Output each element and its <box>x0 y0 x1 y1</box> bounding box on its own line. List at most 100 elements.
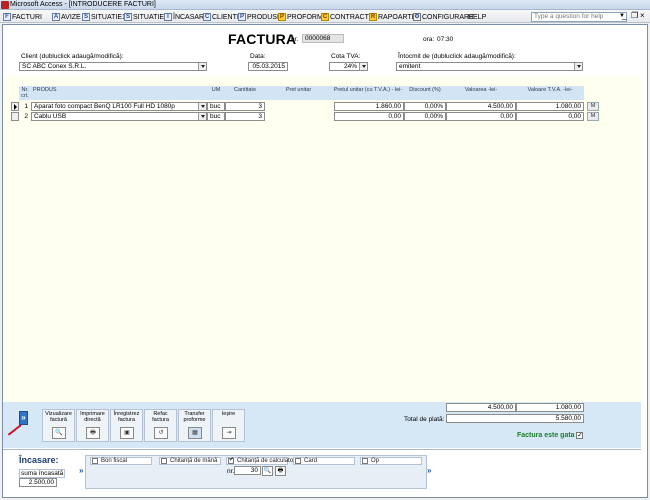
total-valoarea: 4.500,00 <box>446 403 516 412</box>
cota-tva-select[interactable]: 24% <box>329 62 368 71</box>
minimize-icon[interactable]: _ <box>622 12 626 20</box>
chitanta-nr-field[interactable]: 30 <box>234 466 261 475</box>
total-tva: 1.080,00 <box>516 403 584 412</box>
valoare-tva-field: 1.080,00 <box>516 102 584 111</box>
menu-avize[interactable]: A AVIZE <box>52 12 81 22</box>
chevron-down-icon[interactable] <box>198 113 206 120</box>
factura-gata-label: Factura este gata <box>517 432 575 439</box>
vizualizare-button[interactable]: Vizualizare factură 🔍 <box>42 409 75 442</box>
chevron-down-icon[interactable] <box>359 63 367 70</box>
menu-situatie1[interactable]: S SITUATIE1 <box>82 12 126 22</box>
ora-label: ora: <box>423 36 435 43</box>
chitanta-mana-checkbox[interactable] <box>161 458 167 464</box>
preview-icon: 🔍 <box>52 427 66 439</box>
situatie1-icon: S <box>82 13 90 21</box>
pret-tva-field[interactable]: 1.860,00 <box>334 102 404 111</box>
chevron-right-icon[interactable]: » <box>79 466 83 475</box>
client-select[interactable]: SC ABC Conex S.R.L. <box>19 62 207 71</box>
clienti-icon: C <box>203 13 211 21</box>
col-header-nr: Nr. crt. <box>19 86 31 100</box>
menu-situatie2[interactable]: S SITUATIE2 <box>124 12 168 22</box>
card-checkbox[interactable] <box>295 458 301 464</box>
situatie2-icon: S <box>124 13 132 21</box>
row-action-button[interactable]: M <box>587 102 599 111</box>
iesire-button[interactable]: Ieșire ⇥ <box>212 409 245 442</box>
menu-facturi[interactable]: F FACTURI <box>3 12 42 22</box>
avize-icon: A <box>52 13 60 21</box>
cantitate-field[interactable]: 3 <box>225 112 265 121</box>
card-option[interactable]: Card <box>293 457 355 465</box>
gear-icon: ⚙ <box>413 13 421 21</box>
window-title: Microsoft Access - [INTRODUCERE FACTURI] <box>10 1 156 8</box>
calculator-icon: ▦ <box>188 427 202 439</box>
total-label: Total de plată: <box>404 416 445 423</box>
intocmit-select[interactable]: emitent <box>396 62 583 71</box>
incasari-icon: I <box>164 13 172 21</box>
op-checkbox[interactable] <box>362 458 368 464</box>
inregistrez-button[interactable]: Înregistrez factura ▣ <box>110 409 143 442</box>
data-label: Data: <box>250 53 266 60</box>
menu-rapoarte[interactable]: R RAPOARTE <box>369 12 416 22</box>
col-header-pret: Pret unitar <box>265 86 332 100</box>
restore-icon[interactable]: ❐ <box>631 12 638 20</box>
nr-label: nr. <box>291 36 299 43</box>
product-select[interactable]: Aparat foto compact BenQ LR100 Full HD 1… <box>31 102 207 111</box>
col-header-pret-tva: Pretul unitar (cu T.V.A.) - lei- <box>332 86 404 100</box>
row-action-button[interactable]: M <box>587 112 599 121</box>
invoice-number-field[interactable]: 0000068 <box>302 34 344 43</box>
chevron-right-icon[interactable]: » <box>427 466 431 475</box>
col-header-discount: Discount (%) <box>404 86 446 100</box>
close-icon[interactable]: × <box>640 12 645 20</box>
page-title: FACTURA <box>228 31 297 47</box>
total-de-plata: 5.580,00 <box>446 414 584 423</box>
discount-field[interactable]: 0,00% <box>404 112 446 121</box>
proforme-icon: P <box>278 13 286 21</box>
chevron-down-icon[interactable] <box>198 103 206 110</box>
menu-help[interactable]: HELP <box>468 12 486 22</box>
chitanta-mana-option[interactable]: Chitanță de mână <box>159 457 221 465</box>
suma-incasata-field[interactable]: 2.500,00 <box>19 478 57 487</box>
cantitate-field[interactable]: 3 <box>225 102 265 111</box>
col-header-valoarea: Valoarea -lei- <box>446 86 516 100</box>
refac-button[interactable]: Refac factura ↺ <box>144 409 177 442</box>
save-icon: ▣ <box>120 427 134 439</box>
printer-icon: 🖶 <box>86 427 100 439</box>
product-select[interactable]: Cablu USB <box>31 112 207 121</box>
factura-gata-checkbox[interactable] <box>576 431 583 439</box>
chevron-down-icon[interactable] <box>574 63 582 70</box>
um-field[interactable]: buc <box>207 102 225 111</box>
transfer-button[interactable]: Transfer proforme ▦ <box>178 409 211 442</box>
imprimare-button[interactable]: Imprimare directă 🖶 <box>76 409 109 442</box>
help-search-input[interactable]: Type a question for help <box>531 12 627 22</box>
ora-value: 07:30 <box>437 36 454 43</box>
chitanta-calculator-checkbox[interactable] <box>228 457 234 464</box>
chitanta-calculator-option[interactable]: Chitanță de calculator <box>226 457 295 465</box>
menu-configurare[interactable]: ⚙ CONFIGURARE <box>413 12 474 22</box>
expand-nav-button[interactable]: » <box>19 411 28 425</box>
produse-icon: P <box>238 13 246 21</box>
row-selector[interactable] <box>11 102 19 111</box>
menu-contracte[interactable]: C CONTRACTE <box>321 12 374 22</box>
valoare-tva-field: 0,00 <box>516 112 584 121</box>
printer-icon[interactable]: 🖶 <box>275 466 286 476</box>
col-header-produs: PRODUS <box>31 86 207 100</box>
bon-fiscal-checkbox[interactable] <box>92 458 98 464</box>
menu-incasari[interactable]: I ÎNCASARI <box>164 12 206 22</box>
um-field[interactable]: buc <box>207 112 225 121</box>
op-option[interactable]: Op <box>360 457 422 465</box>
discount-field[interactable]: 0,00% <box>404 102 446 111</box>
chevron-down-icon[interactable] <box>198 63 206 70</box>
bon-fiscal-option[interactable]: Bon fiscal <box>90 457 152 465</box>
preview-icon[interactable]: 🔍 <box>262 466 273 476</box>
row-selector[interactable] <box>11 112 19 121</box>
row-nr: 1 <box>24 103 28 110</box>
intocmit-label: Întocmit de (dubluclick adaugă/modifică)… <box>398 53 516 60</box>
menu-produse[interactable]: P PRODUSE <box>238 12 282 22</box>
pret-tva-field[interactable]: 0,00 <box>334 112 404 121</box>
date-field[interactable]: 05.03.2015 <box>248 62 288 71</box>
rapoarte-icon: R <box>369 13 377 21</box>
exit-door-icon: ⇥ <box>222 427 236 439</box>
access-app-icon <box>1 1 9 9</box>
menu-clienti[interactable]: C CLIENTI <box>203 12 239 22</box>
col-header-um: UM <box>207 86 225 100</box>
